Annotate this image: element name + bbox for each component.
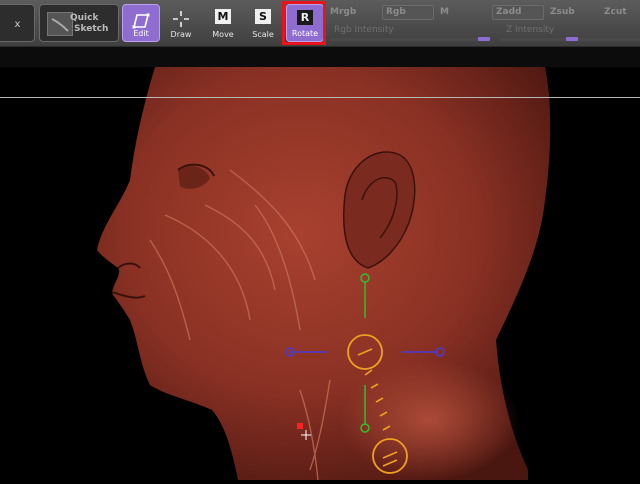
neck-highlight (340, 360, 520, 480)
toolbar-shelf (0, 47, 640, 67)
rotate-highlight-box (282, 1, 326, 45)
m-toggle[interactable]: M (440, 7, 449, 17)
draw-label: Draw (170, 30, 192, 39)
close-label: x (14, 19, 21, 30)
quick-sketch-label-2: Sketch (74, 24, 109, 34)
move-label: Move (212, 30, 234, 39)
move-button[interactable]: M Move (206, 4, 240, 42)
scale-icon: S (255, 9, 271, 24)
zcut-toggle[interactable]: Zcut (604, 7, 627, 17)
rgb-intensity-knob[interactable] (478, 37, 490, 41)
cursor-marker (297, 423, 303, 429)
scale-label: Scale (252, 30, 274, 39)
rgb-intensity-slider[interactable] (330, 38, 490, 41)
sculpt-canvas[interactable] (0, 67, 640, 481)
move-icon: M (215, 9, 231, 24)
quick-sketch-button[interactable]: Quick Sketch (39, 4, 119, 42)
zadd-toggle[interactable]: Zadd (492, 5, 544, 20)
z-intensity-knob[interactable] (566, 37, 578, 41)
z-intensity-label: Z Intensity (506, 25, 555, 35)
horizon-guide-line (0, 97, 640, 98)
edit-button[interactable]: Edit (122, 4, 160, 42)
edit-label: Edit (133, 29, 149, 38)
zsub-toggle[interactable]: Zsub (550, 7, 575, 17)
draw-icon (172, 10, 190, 30)
close-button[interactable]: x (0, 4, 35, 42)
rgb-intensity-label: Rgb Intensity (334, 25, 394, 35)
mrgb-label[interactable]: Mrgb (330, 7, 356, 17)
scale-button[interactable]: S Scale (246, 4, 280, 42)
top-toolbar: x Quick Sketch Edit Draw M Move S Scale … (0, 0, 640, 47)
canvas-viewport[interactable] (0, 67, 640, 481)
draw-button[interactable]: Draw (164, 4, 198, 42)
quick-sketch-label-1: Quick (70, 13, 99, 23)
rgb-toggle[interactable]: Rgb (382, 5, 434, 20)
